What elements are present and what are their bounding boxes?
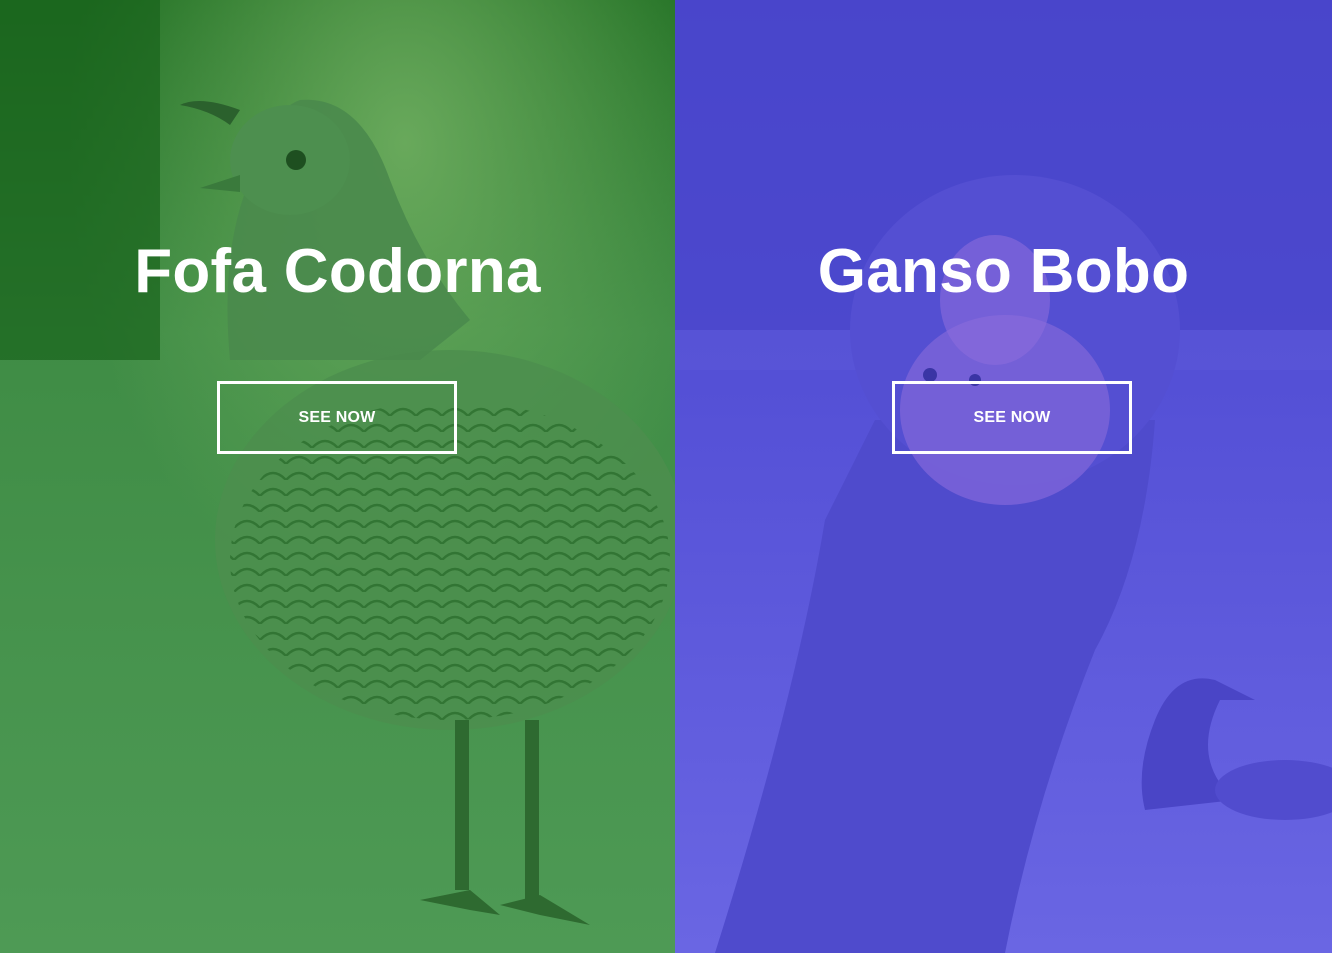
panel-title: Fofa Codorna [134,237,541,306]
see-now-button[interactable]: SEE NOW [217,381,457,454]
quail-background-image [0,0,675,953]
goose-background-image [675,0,1332,953]
panel-title: Ganso Bobo [817,237,1190,306]
panel-quail[interactable]: Fofa Codorna SEE NOW [0,0,675,953]
split-hero: Fofa Codorna SEE NOW Ganso Bobo SEE NOW [0,0,1332,953]
panel-goose[interactable]: Ganso Bobo SEE NOW [675,0,1332,953]
see-now-button[interactable]: SEE NOW [892,381,1132,454]
